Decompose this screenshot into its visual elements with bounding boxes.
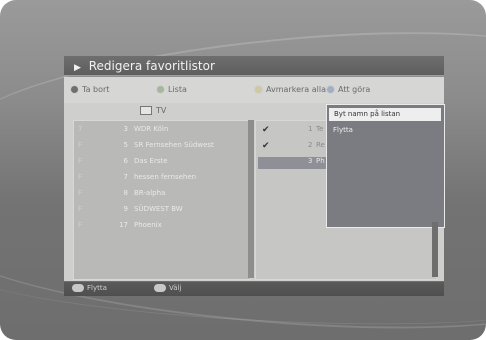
list-item[interactable]: F 5 SR Fernsehen Südwest [78,141,248,153]
delete-label: Ta bort [82,85,110,94]
move-hint-label: Flytta [87,284,107,292]
left-list-scrollbar[interactable] [248,120,254,278]
right-list-scrollbar[interactable] [432,222,438,277]
checkmark-icon: ✔ [262,141,270,151]
ok-key-icon [154,284,166,292]
list-item[interactable]: 7 3 WDR Köln [78,125,248,137]
checkmark-icon: ✔ [262,125,270,135]
menu-item-move[interactable]: Flytta [333,126,353,134]
edit-button[interactable]: Att göra [326,85,370,94]
list-type-label: TV [156,106,167,115]
title-arrow-icon: ▶ [74,63,81,73]
delete-button[interactable]: Ta bort [70,85,109,94]
list-item[interactable]: F 9 SÜDWEST BW [78,205,248,217]
red-key-icon [70,85,79,94]
green-key-icon [156,85,165,94]
list-item[interactable]: F 6 Das Erste [78,157,248,169]
list-type-header: TV [140,106,166,115]
tv-icon [140,106,152,115]
function-key-toolbar: Ta bort Lista Avmarkera alla Att göra [64,77,444,103]
blue-key-icon [326,85,335,94]
list-label: Lista [168,85,187,94]
list-item[interactable]: F 7 hessen fernsehen [78,173,248,185]
list-item[interactable]: F 17 Phoenix [78,221,248,233]
deselect-all-button[interactable]: Avmarkera alla [254,85,326,94]
options-popup-menu: Byt namn på listan Flytta [326,104,445,228]
yellow-key-icon [254,85,263,94]
window-title-bar: ▶ Redigera favoritlistor [64,56,444,76]
list-item[interactable]: F 8 BR-alpha [78,189,248,201]
ok-hint: Välj [154,284,181,292]
list-button[interactable]: Lista [156,85,187,94]
window-title: Redigera favoritlistor [88,59,215,73]
all-channels-list[interactable]: 7 3 WDR Köln F 5 SR Fernsehen Südwest F … [73,120,251,280]
menu-item-rename-list[interactable]: Byt namn på listan [329,108,441,121]
move-hint: Flytta [72,284,107,292]
bottom-help-bar: Flytta Välj [64,282,444,296]
tv-screen-frame: ▶ Redigera favoritlistor Ta bort Lista A… [0,0,486,340]
nav-key-icon [72,284,84,292]
deselect-all-label: Avmarkera alla [266,85,326,94]
edit-label: Att göra [338,85,371,94]
ok-hint-label: Välj [169,284,182,292]
